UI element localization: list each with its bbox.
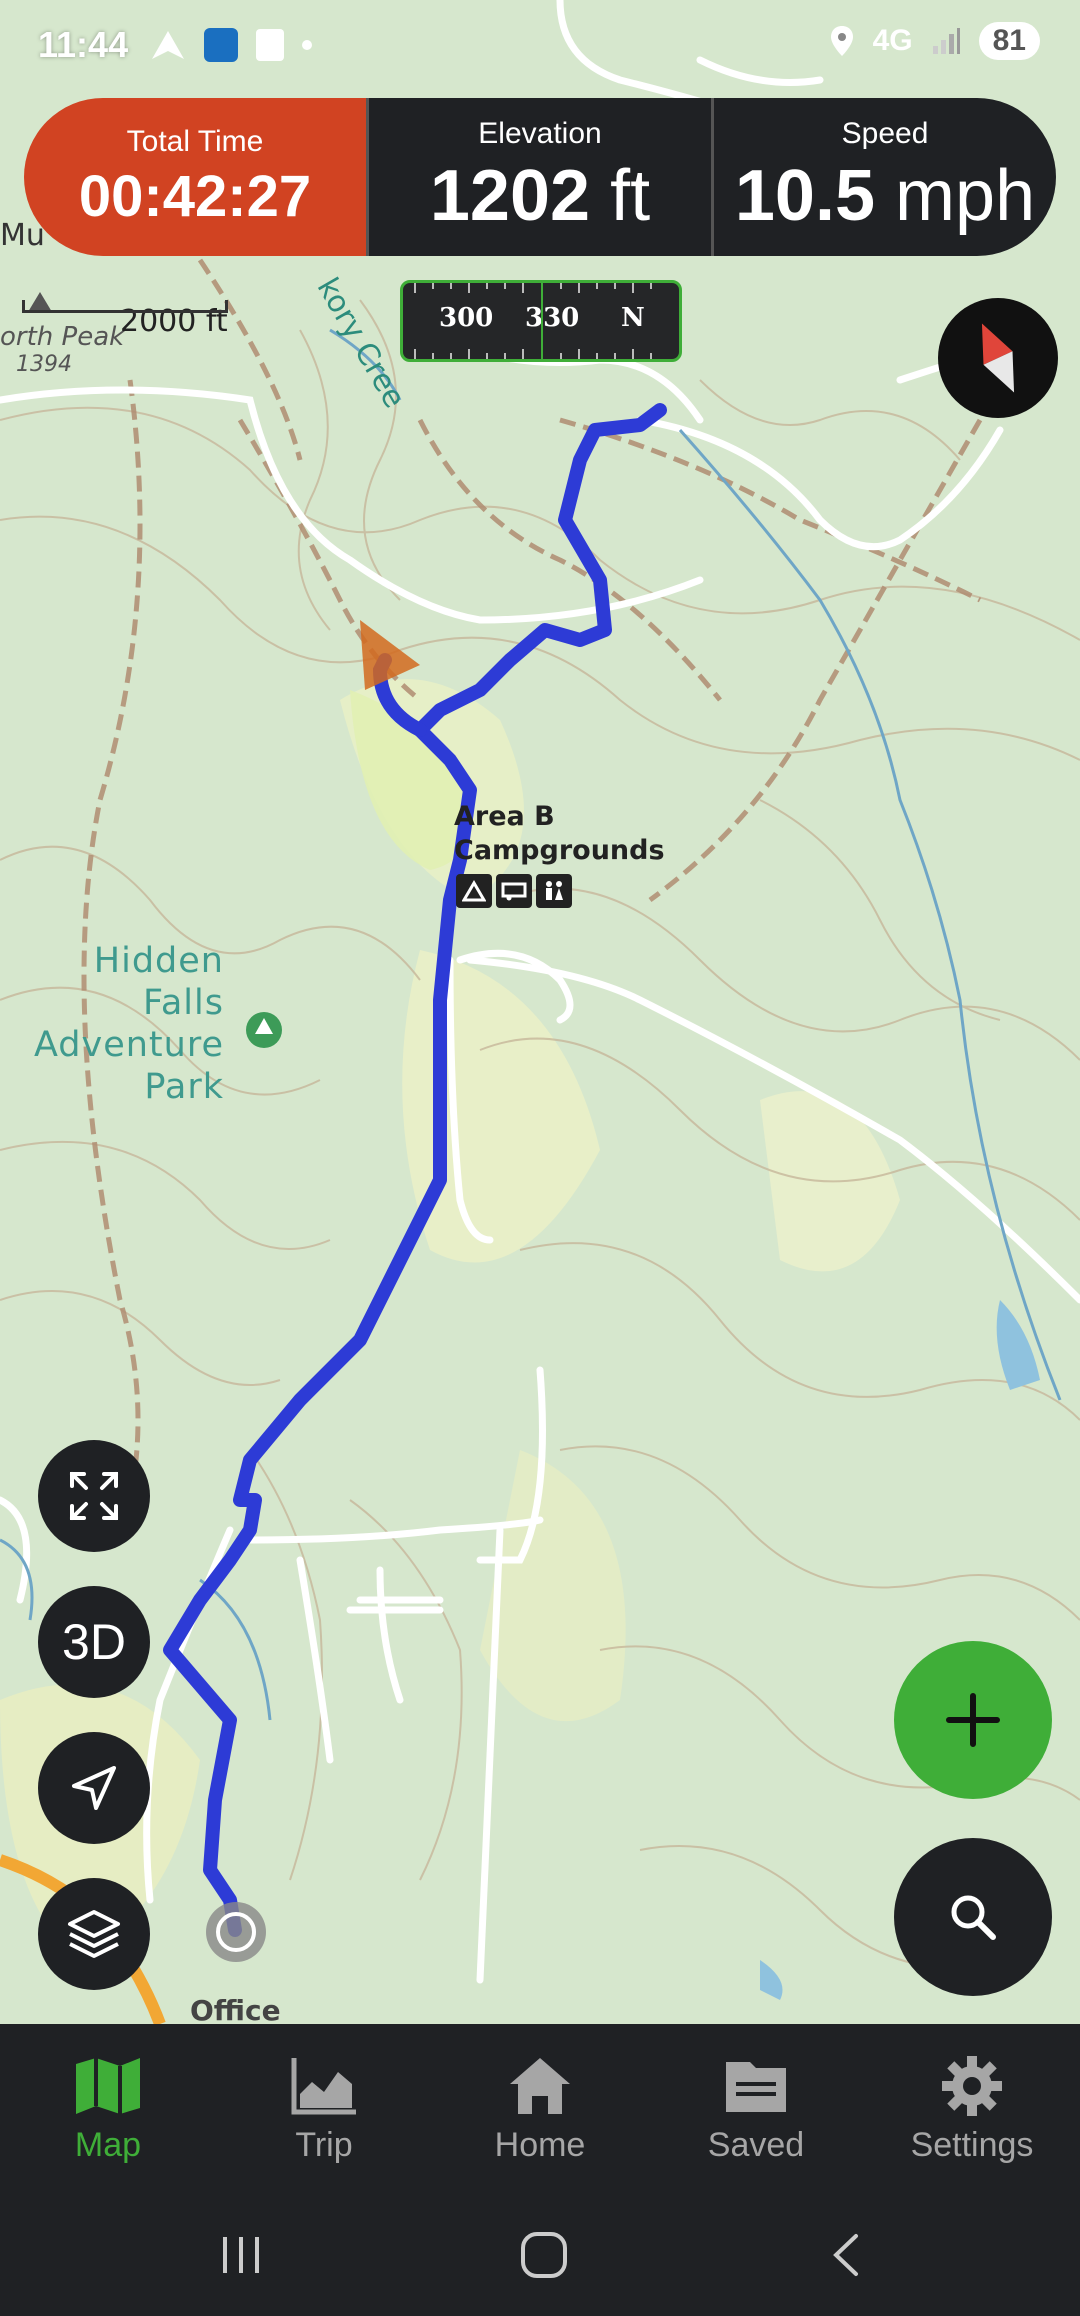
location-icon [830,26,853,56]
park-label: Hidden Falls Adventure Park [14,940,224,1108]
speed-value: 10.5 [734,156,876,236]
home-icon [510,2057,570,2114]
heading-indicator [541,283,543,359]
system-nav-bar [0,2194,1080,2316]
elevation-value-group: 1202 ft [430,155,650,237]
map-icon [76,2057,140,2114]
navigation-arrow-icon [72,1766,116,1810]
nav-home-label: Home [494,2125,586,2164]
bottom-nav: Map Trip Home Saved Settings [0,2024,1080,2194]
fullscreen-icon [70,1472,118,1520]
speed-unit: mph [895,156,1036,236]
peak-name-label: orth Peak [0,322,125,352]
more-notifications-dot-icon [302,40,312,50]
battery-level: 81 [978,22,1040,60]
locate-me-button[interactable] [38,1732,150,1844]
nav-trip[interactable]: Trip [216,2024,432,2194]
speed-label: Speed [841,117,929,150]
home-system-button[interactable] [484,2194,604,2316]
back-arrow-icon [833,2234,858,2276]
chart-icon [291,2057,356,2114]
nav-home[interactable]: Home [432,2024,648,2194]
park-label-line-4: Park [144,1067,224,1107]
layers-icon [68,1910,120,1958]
status-notification-icons [150,28,312,62]
status-system-icons: 4G 81 [829,22,1040,60]
search-button[interactable] [894,1838,1052,1996]
plus-icon [946,1693,1000,1747]
office-label: Office [190,1994,281,2024]
heading-tick-n: N [621,303,645,333]
app-notification-icon [256,29,284,61]
campground-label: Area B Campgrounds [454,800,665,868]
campground-amenity-icons [456,874,572,908]
back-button[interactable] [786,2194,906,2316]
gear-icon [942,2055,1002,2116]
peak-elevation-label: 1394 [16,352,72,377]
nav-saved-label: Saved [707,2125,805,2164]
scale-bar [22,300,228,313]
elevation-unit: ft [610,156,651,236]
speed-stat[interactable]: Speed 10.5 mph [711,98,1056,256]
elevation-value: 1202 [429,156,591,236]
campground-label-line-1: Area B [454,801,555,832]
park-label-line-3: Adventure [33,1025,224,1065]
folder-icon [726,2061,786,2112]
recent-apps-icon [223,2237,259,2273]
bank-app-icon [204,28,238,62]
nav-map-label: Map [74,2125,142,2164]
total-time-label: Total Time [126,124,264,158]
heading-strip: 300 330 N [400,280,682,362]
compass-needle-icon [981,323,1015,393]
map-layers-button[interactable] [38,1878,150,1990]
elevation-label: Elevation [478,117,602,150]
total-time-stat[interactable]: Total Time 00:42:27 [24,98,366,256]
compass-button[interactable] [938,298,1058,418]
status-bar: 11:44 4G 81 [0,0,1080,92]
navigation-notification-icon [152,31,184,59]
nav-settings[interactable]: Settings [864,2024,1080,2194]
nav-trip-label: Trip [295,2125,353,2164]
home-circle-icon [521,2232,567,2278]
heading-tick-300: 300 [439,303,494,333]
nav-settings-label: Settings [910,2125,1034,2164]
total-time-value: 00:42:27 [78,163,312,229]
search-icon [951,1895,996,1940]
park-label-line-1: Hidden [93,941,224,981]
3d-toggle-button[interactable]: 3D [38,1586,150,1698]
recent-apps-button[interactable] [182,2194,302,2316]
status-time: 11:44 [38,24,129,65]
park-label-line-2: Falls [142,983,224,1023]
trip-stats-bar[interactable]: Total Time 00:42:27 Elevation 1202 ft Sp… [24,98,1056,256]
signal-icon [932,28,960,54]
restroom-icon [536,874,572,908]
campground-label-line-2: Campgrounds [454,835,665,866]
speed-value-group: 10.5 mph [735,155,1035,237]
elevation-stat[interactable]: Elevation 1202 ft [366,98,711,256]
fullscreen-button[interactable] [38,1440,150,1552]
add-button[interactable] [894,1641,1052,1799]
network-type: 4G [872,24,913,57]
rv-icon [496,874,532,908]
tent-icon [456,874,492,908]
heading-tick-330: 330 [525,303,580,333]
nav-saved[interactable]: Saved [648,2024,864,2194]
nav-map[interactable]: Map [0,2024,216,2194]
